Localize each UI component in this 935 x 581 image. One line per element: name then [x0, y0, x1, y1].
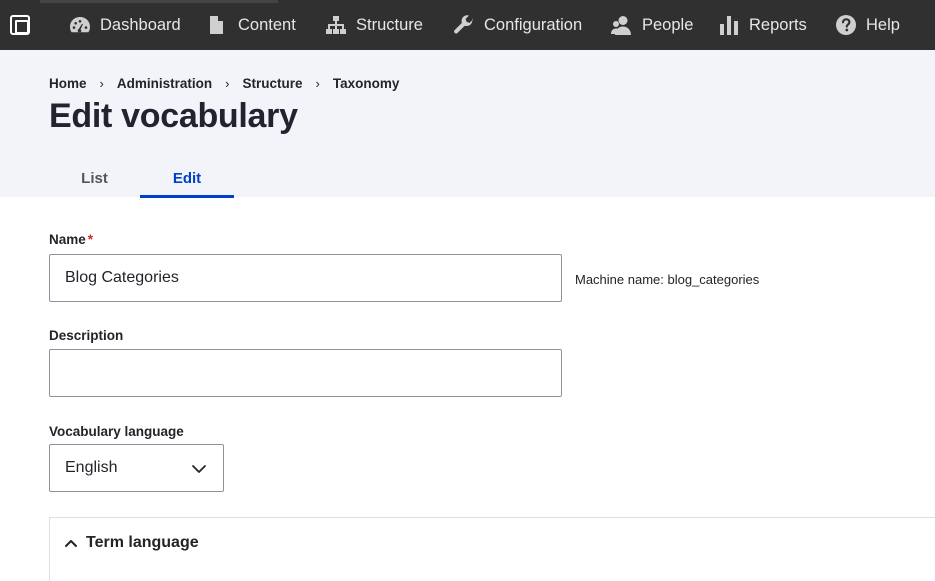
wrench-icon — [453, 14, 475, 36]
tab-edit[interactable]: Edit — [140, 160, 234, 198]
chevron-right-icon: › — [99, 76, 104, 91]
toolbar-item-structure[interactable]: Structure — [325, 0, 423, 50]
name-label: Name * — [49, 232, 93, 247]
required-marker: * — [87, 232, 94, 247]
chevron-right-icon: › — [315, 76, 320, 91]
toolbar-item-help[interactable]: Help — [835, 0, 900, 50]
people-icon — [611, 14, 633, 36]
toolbar-label: Structure — [356, 15, 423, 34]
page-header: Home › Administration › Structure › Taxo… — [0, 50, 935, 198]
drupal-home-icon — [10, 15, 30, 35]
description-label: Description — [49, 328, 124, 343]
toolbar-item-dashboard[interactable]: Dashboard — [69, 0, 181, 50]
machine-name: Machine name: blog_categories — [575, 272, 760, 287]
admin-toolbar: Dashboard Content Structure Configuratio… — [0, 0, 935, 50]
breadcrumb-link-structure[interactable]: Structure — [242, 76, 302, 91]
term-language-label: Term language — [86, 534, 199, 551]
structure-icon — [325, 14, 347, 36]
dashboard-icon — [69, 14, 91, 36]
vocabulary-language-label: Vocabulary language — [49, 424, 184, 439]
toolbar-home-button[interactable] — [0, 0, 40, 50]
vocabulary-language-select[interactable]: English — [49, 444, 224, 492]
document-icon — [208, 14, 224, 36]
page-title: Edit vocabulary — [49, 97, 298, 135]
toolbar-item-configuration[interactable]: Configuration — [453, 0, 582, 50]
chevron-down-icon — [192, 465, 206, 473]
chevron-right-icon: › — [225, 76, 230, 91]
name-label-text: Name — [49, 232, 86, 247]
toolbar-label: Help — [866, 15, 900, 34]
term-language-summary[interactable]: Term language — [50, 518, 199, 568]
toolbar-label: Content — [238, 15, 296, 34]
chevron-up-icon — [65, 540, 77, 547]
breadcrumb-link-home[interactable]: Home — [49, 76, 87, 91]
toolbar-label: People — [642, 15, 694, 34]
toolbar-label: Reports — [749, 15, 807, 34]
term-language-details: Term language — [49, 517, 935, 581]
select-value: English — [65, 459, 118, 476]
bar-chart-icon — [718, 14, 740, 36]
breadcrumb-link-taxonomy[interactable]: Taxonomy — [333, 76, 400, 91]
toolbar-label: Configuration — [484, 15, 583, 34]
breadcrumb-link-administration[interactable]: Administration — [117, 76, 212, 91]
tab-list[interactable]: List — [49, 160, 140, 197]
toolbar-item-reports[interactable]: Reports — [718, 0, 807, 50]
name-input[interactable] — [49, 254, 562, 302]
help-icon — [835, 14, 857, 36]
description-input[interactable] — [49, 349, 562, 397]
primary-tabs: List Edit — [49, 160, 234, 198]
toolbar-label: Dashboard — [100, 15, 181, 34]
toolbar-item-people[interactable]: People — [611, 0, 693, 50]
breadcrumb: Home › Administration › Structure › Taxo… — [49, 76, 399, 91]
toolbar-item-content[interactable]: Content — [208, 0, 296, 50]
